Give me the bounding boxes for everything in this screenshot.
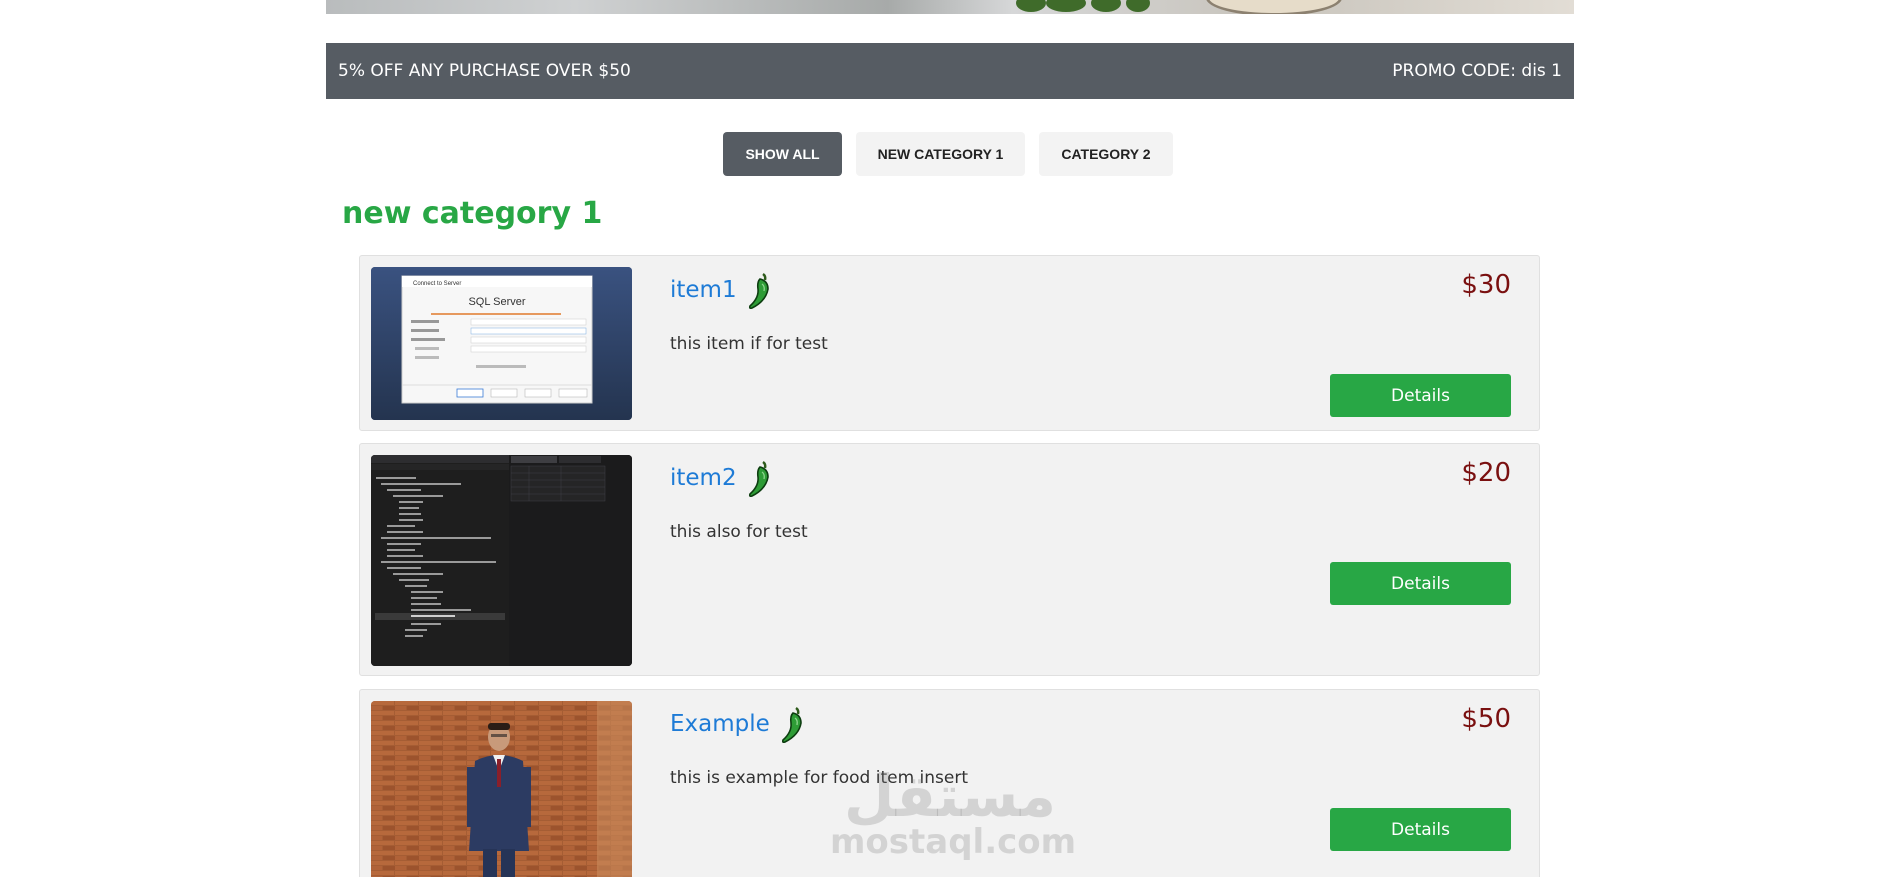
item-name-row: item1 xyxy=(670,270,775,310)
promo-offer-text: 5% OFF ANY PURCHASE OVER $50 xyxy=(338,61,631,81)
menu-page: 5% OFF ANY PURCHASE OVER $50 PROMO CODE:… xyxy=(0,0,1896,877)
svg-text:Connect to Server: Connect to Server xyxy=(413,281,461,287)
menu-item-card: Example $50 this is example for food ite… xyxy=(359,689,1540,877)
item-thumbnail xyxy=(371,455,632,666)
chili-pepper-icon xyxy=(781,706,802,744)
promo-banner: 5% OFF ANY PURCHASE OVER $50 PROMO CODE:… xyxy=(326,43,1574,99)
promo-code-text: PROMO CODE: dis 1 xyxy=(1392,61,1562,81)
item-details-button[interactable]: Details xyxy=(1330,562,1511,605)
filter-new-category-1-button[interactable]: NEW CATEGORY 1 xyxy=(855,132,1026,176)
item-thumbnail: Connect to Server SQL Server xyxy=(371,267,632,420)
category-filter-bar: SHOW ALL NEW CATEGORY 1 CATEGORY 2 xyxy=(0,132,1896,176)
item-name-link[interactable]: Example xyxy=(670,711,770,737)
item-description: this also for test xyxy=(670,522,808,542)
item-name-link[interactable]: item2 xyxy=(670,465,737,491)
item-description: this is example for food item insert xyxy=(670,768,969,788)
item-price: $30 xyxy=(1461,270,1511,300)
chili-pepper-icon xyxy=(748,272,769,310)
item-name-row: Example xyxy=(670,704,808,744)
filter-category-2-button[interactable]: CATEGORY 2 xyxy=(1039,132,1173,176)
herb-leaf xyxy=(1126,0,1150,12)
herb-leaf xyxy=(1016,0,1046,12)
herb-leaf xyxy=(1091,0,1121,12)
item-price: $50 xyxy=(1461,704,1511,734)
chili-pepper-icon xyxy=(748,460,769,498)
item-name-row: item2 xyxy=(670,458,775,498)
herb-leaf xyxy=(1046,0,1086,12)
item-details-button[interactable]: Details xyxy=(1330,808,1511,851)
hero-banner-image xyxy=(326,0,1574,14)
person-photo-thumbnail xyxy=(371,701,632,877)
category-title: new category 1 xyxy=(342,196,603,231)
filter-show-all-button[interactable]: SHOW ALL xyxy=(723,132,842,176)
item-thumbnail xyxy=(371,701,632,877)
item-price: $20 xyxy=(1461,458,1511,488)
svg-text:SQL Server: SQL Server xyxy=(468,296,525,308)
menu-item-card: item2 $20 this also for test Details xyxy=(359,443,1540,676)
bowl-shape xyxy=(1206,0,1342,14)
menu-item-card: Connect to Server SQL Server item1 $30 t… xyxy=(359,255,1540,431)
object-explorer-thumbnail xyxy=(371,455,632,666)
item-name-link[interactable]: item1 xyxy=(670,277,737,303)
sql-server-dialog-thumbnail: Connect to Server SQL Server xyxy=(371,267,632,420)
item-description: this item if for test xyxy=(670,334,828,354)
item-details-button[interactable]: Details xyxy=(1330,374,1511,417)
